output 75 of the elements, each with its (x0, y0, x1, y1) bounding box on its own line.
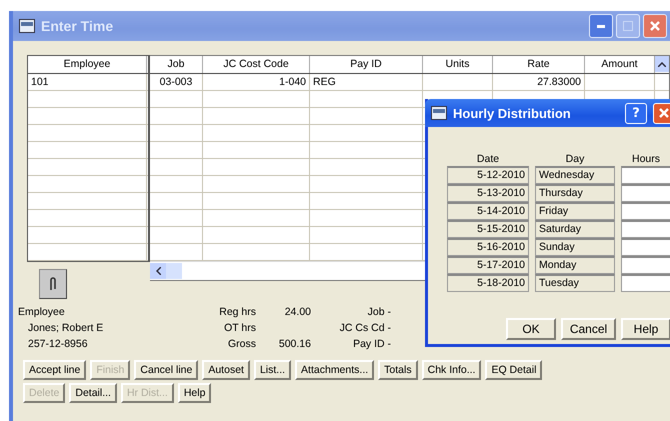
hours-field[interactable] (621, 274, 670, 292)
maximize-icon (623, 21, 633, 31)
app-icon (19, 19, 35, 33)
close-icon (658, 107, 670, 119)
table-cell: 1-040 (203, 74, 310, 90)
dialog-button[interactable]: Cancel (561, 318, 616, 340)
column-header: Hours (630, 152, 661, 166)
minimize-button[interactable] (589, 14, 613, 38)
hours-field[interactable] (621, 220, 670, 238)
table-cell: REG (310, 74, 423, 90)
total-value: 500.16 (278, 338, 311, 350)
total-label: Reg hrs (218, 305, 256, 320)
table-cell: 101 (28, 74, 147, 90)
column-header[interactable]: Units (423, 56, 493, 73)
date-cell: 5-18-2010 (447, 274, 529, 292)
column-header[interactable]: Job (150, 56, 203, 73)
day-cell: Wednesday (535, 166, 615, 184)
employee-name: Jones; Robert E (27, 321, 104, 336)
action-button[interactable]: EQ Detail (485, 360, 542, 380)
scroll-up-icon[interactable] (655, 56, 669, 72)
day-cell: Friday (535, 202, 615, 220)
action-button[interactable]: Attachments... (295, 360, 374, 380)
attachment-button[interactable] (39, 269, 67, 299)
date-cell: 5-14-2010 (447, 202, 529, 220)
dialog-title: Hourly Distribution (453, 106, 571, 120)
minimize-icon (597, 24, 605, 28)
close-icon (649, 20, 661, 32)
date-cell: 5-12-2010 (447, 166, 529, 184)
date-cell: 5-15-2010 (447, 220, 529, 238)
scroll-thumb[interactable] (166, 263, 182, 279)
day-cell: Saturday (535, 220, 615, 238)
day-cell: Sunday (535, 238, 615, 256)
table-cell: 27.83000 (493, 74, 585, 90)
employee-id: 257-12-8956 (27, 337, 89, 352)
dialog-button[interactable]: Help (621, 318, 670, 340)
hours-field[interactable] (621, 202, 670, 220)
line-info-label: JC Cs Cd - (340, 321, 391, 336)
window-title: Enter Time (41, 18, 114, 34)
day-cell: Tuesday (535, 274, 615, 292)
date-cell: 5-16-2010 (447, 238, 529, 256)
column-header: Date (476, 152, 500, 166)
action-button[interactable]: Help (178, 383, 212, 403)
total-value: 24.00 (284, 306, 311, 318)
column-header[interactable]: Pay ID (310, 56, 423, 73)
column-header[interactable]: JC Cost Code (203, 56, 310, 73)
help-button[interactable]: ? (625, 102, 647, 124)
action-button[interactable]: Detail... (69, 383, 117, 403)
hours-field[interactable] (621, 184, 670, 202)
date-cell: 5-17-2010 (447, 256, 529, 274)
action-button[interactable]: Cancel line (134, 360, 198, 380)
column-header[interactable]: Rate (493, 56, 585, 73)
total-label: OT hrs (223, 321, 256, 336)
day-cell: Thursday (535, 184, 615, 202)
close-button[interactable] (643, 14, 667, 38)
hours-field[interactable] (621, 256, 670, 274)
hours-field[interactable] (621, 166, 670, 184)
action-button[interactable]: List... (254, 360, 292, 380)
action-button[interactable]: Totals (378, 360, 418, 380)
line-info-label: Job - (368, 305, 391, 320)
column-header[interactable]: Employee (28, 56, 147, 73)
action-button[interactable]: Chk Info... (422, 360, 482, 380)
action-button[interactable]: Accept line (23, 360, 86, 380)
line-info-label: Pay ID - (353, 337, 391, 352)
hours-field[interactable] (621, 238, 670, 256)
employee-label: Employee (18, 305, 66, 320)
total-label: Gross (226, 337, 256, 352)
paperclip-icon (49, 276, 57, 292)
dialog-button[interactable]: OK (506, 318, 556, 340)
app-icon (431, 106, 447, 120)
date-cell: 5-13-2010 (447, 184, 529, 202)
day-cell: Monday (535, 256, 615, 274)
scroll-left-icon[interactable] (150, 263, 166, 279)
column-header: Day (564, 152, 586, 166)
table-cell: 03-003 (150, 74, 203, 90)
action-button[interactable]: Autoset (202, 360, 250, 380)
